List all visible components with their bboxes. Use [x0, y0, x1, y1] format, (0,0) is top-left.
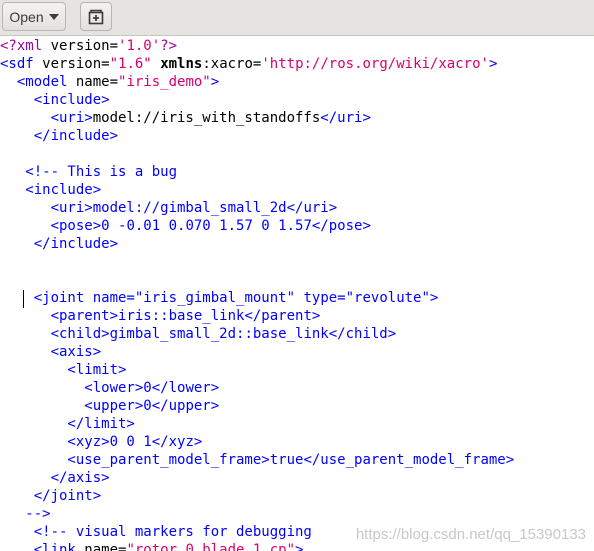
code-line-2: <sdf version="1.6" xmlns:xacro='http://r…	[0, 56, 498, 72]
code-line-19: <limit>	[0, 362, 127, 378]
code-line-8: <!-- This is a bug	[0, 164, 178, 180]
new-document-button[interactable]	[80, 2, 112, 31]
code-line-9: <include>	[0, 182, 102, 198]
code-line-24: <use_parent_model_frame>true</use_parent…	[0, 452, 515, 468]
code-line-25: </axis>	[0, 470, 110, 486]
code-line-26: </joint>	[0, 488, 102, 504]
chevron-down-icon	[48, 13, 59, 20]
code-line-28: <!-- visual markers for debugging	[0, 524, 312, 540]
code-line-27: -->	[0, 506, 51, 522]
toolbar: Open	[0, 0, 594, 36]
code-line-22: </limit>	[0, 416, 135, 432]
code-line-3: <model name="iris_demo">	[0, 74, 220, 90]
code-line-6: </include>	[0, 128, 119, 144]
code-line-15: <joint name="iris_gimbal_mount" type="re…	[0, 290, 439, 306]
open-button[interactable]: Open	[2, 2, 66, 31]
code-line-11: <pose>0 -0.01 0.070 1.57 0 1.57</pose>	[0, 218, 371, 234]
code-line-23: <xyz>0 0 1</xyz>	[0, 434, 203, 450]
code-line-12: </include>	[0, 236, 119, 252]
open-button-label: Open	[9, 8, 44, 25]
code-line-21: <upper>0</upper>	[0, 398, 220, 414]
watermark: https://blog.csdn.net/qq_15390133	[355, 526, 586, 543]
code-line-10: <uri>model://gimbal_small_2d</uri>	[0, 200, 338, 216]
text-editor-area[interactable]: <?xml version='1.0'?> <sdf version="1.6"…	[0, 37, 594, 551]
code-line-18: <axis>	[0, 344, 102, 360]
code-line-4: <include>	[0, 92, 110, 108]
code-line-17: <child>gimbal_small_2d::base_link</child…	[0, 326, 397, 342]
code-line-29: <link name="rotor_0_blade_1_cp">	[0, 542, 304, 551]
code-line-20: <lower>0</lower>	[0, 380, 220, 396]
new-document-icon	[88, 9, 104, 24]
code-line-5: <uri>model://iris_with_standoffs</uri>	[0, 110, 371, 126]
code-line-1: <?xml version='1.0'?>	[0, 38, 178, 54]
code-line-16: <parent>iris::base_link</parent>	[0, 308, 321, 324]
